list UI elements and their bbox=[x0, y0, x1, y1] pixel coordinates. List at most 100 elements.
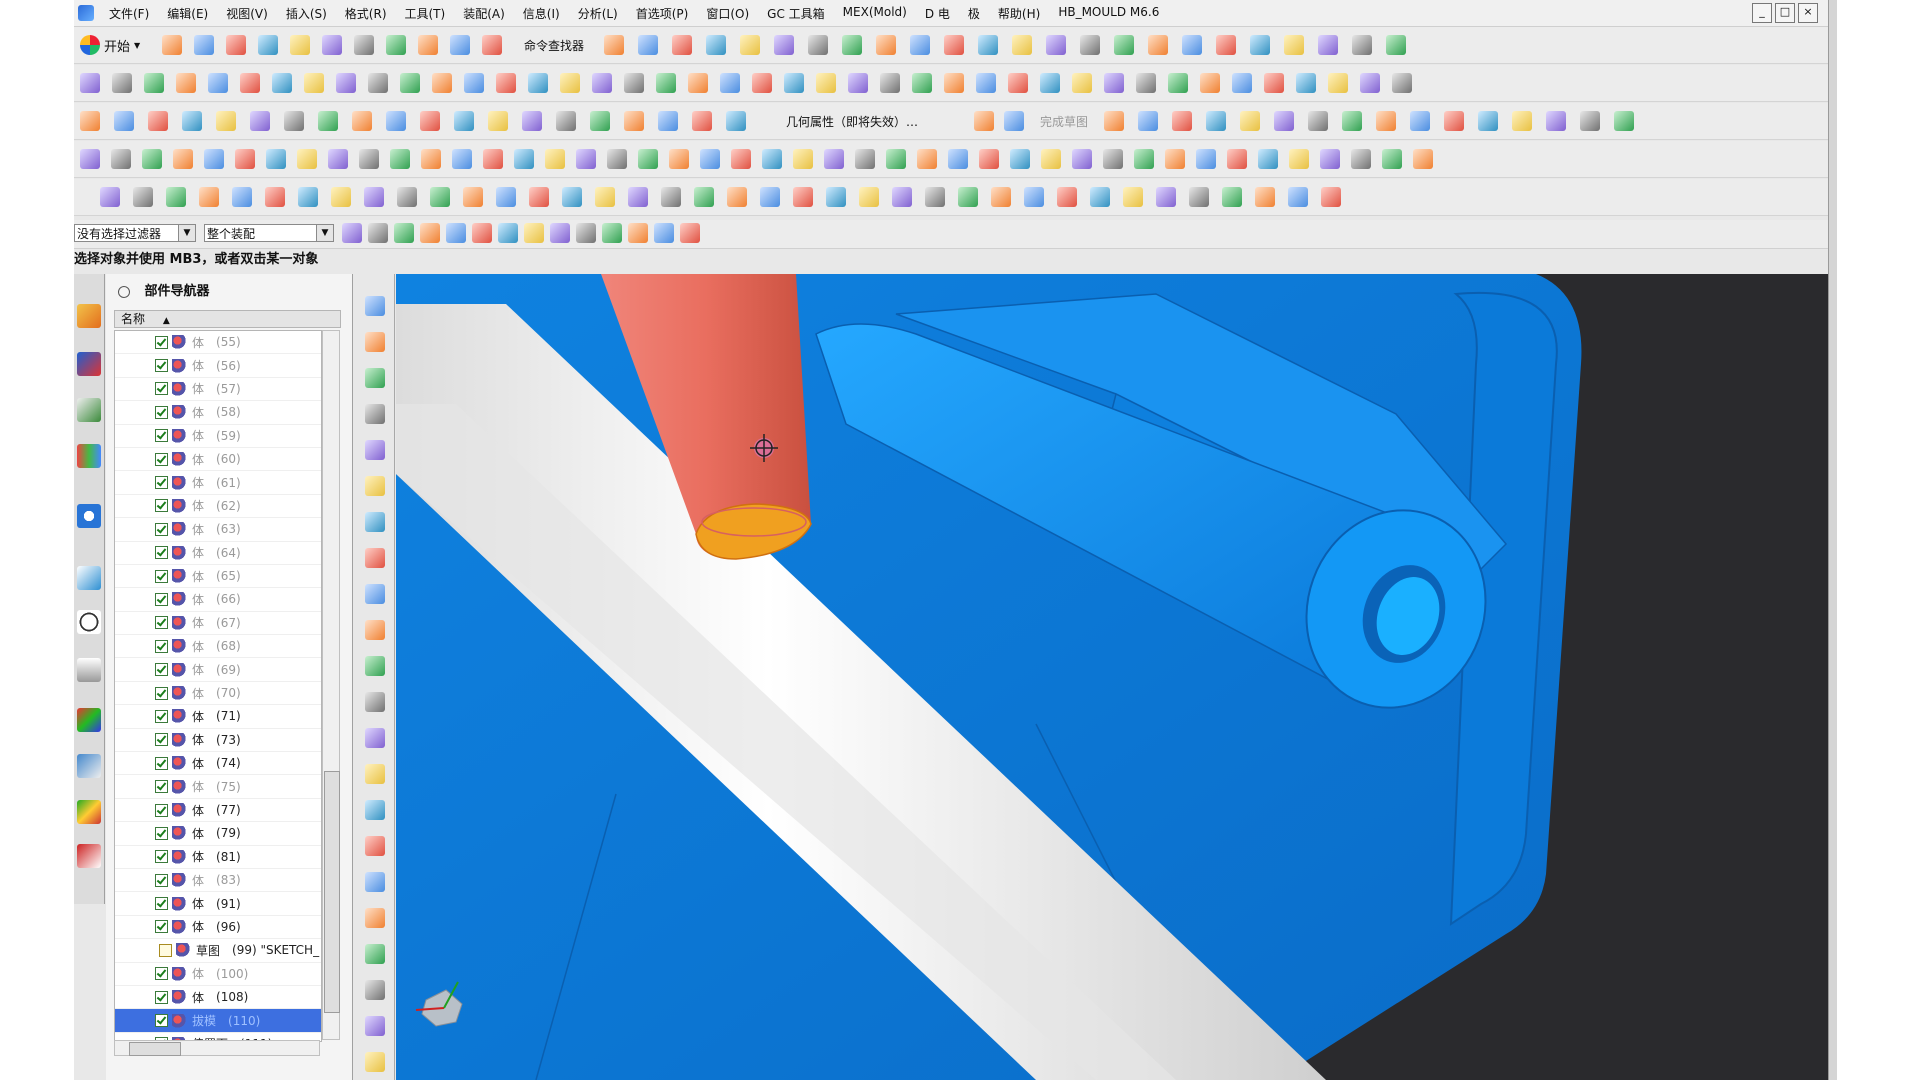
surface-tool-icon[interactable] bbox=[912, 73, 932, 93]
view-tool-icon[interactable] bbox=[774, 35, 794, 55]
visibility-checkbox[interactable] bbox=[155, 756, 168, 770]
view-tool-icon[interactable] bbox=[876, 35, 896, 55]
curve-tool-icon[interactable] bbox=[1413, 149, 1433, 169]
mold-tool-icon[interactable] bbox=[365, 692, 385, 712]
tree-row[interactable]: 体 (58) bbox=[115, 401, 321, 425]
visibility-checkbox[interactable] bbox=[155, 663, 168, 677]
feature-tool-icon[interactable] bbox=[166, 187, 186, 207]
constraint-tool-icon[interactable] bbox=[1206, 111, 1226, 131]
curve-tool-icon[interactable] bbox=[638, 149, 658, 169]
constraint-tool-icon[interactable] bbox=[1580, 111, 1600, 131]
sketch-tool-icon[interactable] bbox=[974, 111, 994, 131]
menu-item[interactable]: D 电 bbox=[916, 5, 959, 22]
feature-tool-icon[interactable] bbox=[1189, 187, 1209, 207]
menu-item[interactable]: 窗口(O) bbox=[697, 5, 758, 22]
curve-tool-icon[interactable] bbox=[576, 149, 596, 169]
feature-tool-icon[interactable] bbox=[595, 187, 615, 207]
surface-tool-icon[interactable] bbox=[1136, 73, 1156, 93]
curve-tool-icon[interactable] bbox=[917, 149, 937, 169]
surface-tool-icon[interactable] bbox=[1296, 73, 1316, 93]
surface-tool-icon[interactable] bbox=[272, 73, 292, 93]
surface-tool-icon[interactable] bbox=[880, 73, 900, 93]
visibility-checkbox[interactable] bbox=[155, 522, 168, 536]
visibility-checkbox[interactable] bbox=[155, 546, 168, 560]
curve-tool-icon[interactable] bbox=[886, 149, 906, 169]
visibility-checkbox[interactable] bbox=[155, 569, 168, 583]
visibility-checkbox[interactable] bbox=[155, 803, 168, 817]
mold-tool-icon[interactable] bbox=[365, 332, 385, 352]
feature-tool-icon[interactable] bbox=[793, 187, 813, 207]
feature-tool-icon[interactable] bbox=[958, 187, 978, 207]
constraint-tool-icon[interactable] bbox=[1240, 111, 1260, 131]
tree-row[interactable]: 体 (75) bbox=[115, 775, 321, 799]
surface-tool-icon[interactable] bbox=[112, 73, 132, 93]
mold-tool-icon[interactable] bbox=[365, 764, 385, 784]
mold-tool-icon[interactable] bbox=[365, 1016, 385, 1036]
tree-row[interactable]: 体 (62) bbox=[115, 495, 321, 519]
tree-row[interactable]: 体 (100) bbox=[115, 963, 321, 986]
view-tool-icon[interactable] bbox=[1318, 35, 1338, 55]
mold-tool-icon[interactable] bbox=[365, 872, 385, 892]
mold-tool-icon[interactable] bbox=[365, 656, 385, 676]
column-header-name[interactable]: 名称 ▲ bbox=[114, 310, 341, 328]
view-tool-icon[interactable] bbox=[1386, 35, 1406, 55]
curve-tool-icon[interactable] bbox=[452, 149, 472, 169]
surface-tool-icon[interactable] bbox=[464, 73, 484, 93]
curve-tool-icon[interactable] bbox=[658, 111, 678, 131]
curve-tool-icon[interactable] bbox=[1258, 149, 1278, 169]
tree-row[interactable]: 体 (66) bbox=[115, 588, 321, 612]
surface-tool-icon[interactable] bbox=[80, 73, 100, 93]
mold-tool-icon[interactable] bbox=[365, 980, 385, 1000]
feature-tool-icon[interactable] bbox=[232, 187, 252, 207]
feature-tool-icon[interactable] bbox=[1024, 187, 1044, 207]
snap-tool-icon[interactable] bbox=[498, 223, 518, 243]
menu-item[interactable]: HB_MOULD M6.6 bbox=[1049, 5, 1168, 22]
curve-tool-icon[interactable] bbox=[148, 111, 168, 131]
curve-tool-icon[interactable] bbox=[250, 111, 270, 131]
curve-tool-icon[interactable] bbox=[80, 149, 100, 169]
surface-tool-icon[interactable] bbox=[1008, 73, 1028, 93]
snap-tool-icon[interactable] bbox=[576, 223, 596, 243]
curve-tool-icon[interactable] bbox=[731, 149, 751, 169]
visibility-checkbox[interactable] bbox=[155, 897, 168, 911]
tree-row[interactable]: 体 (56) bbox=[115, 354, 321, 378]
feature-tool-icon[interactable] bbox=[1057, 187, 1077, 207]
history-icon[interactable] bbox=[77, 566, 101, 590]
snap-tool-icon[interactable] bbox=[446, 223, 466, 243]
curve-tool-icon[interactable] bbox=[1010, 149, 1030, 169]
curve-tool-icon[interactable] bbox=[590, 111, 610, 131]
assembly-navigator-icon[interactable] bbox=[77, 304, 101, 328]
mold-tool-icon[interactable] bbox=[365, 548, 385, 568]
view-tool-icon[interactable] bbox=[706, 35, 726, 55]
palette-icon[interactable] bbox=[77, 844, 101, 868]
feature-tool-icon[interactable] bbox=[1222, 187, 1242, 207]
curve-tool-icon[interactable] bbox=[1382, 149, 1402, 169]
tree-row[interactable]: 体 (96) bbox=[115, 916, 321, 940]
curve-tool-icon[interactable] bbox=[700, 149, 720, 169]
mold-tool-icon[interactable] bbox=[365, 296, 385, 316]
surface-tool-icon[interactable] bbox=[400, 73, 420, 93]
geometry-properties-button[interactable]: 几何属性（即将失效）… bbox=[786, 113, 918, 130]
file-tool-icon[interactable] bbox=[418, 35, 438, 55]
menu-item[interactable]: 文件(F) bbox=[100, 5, 158, 22]
tree-row[interactable]: 体 (69) bbox=[115, 658, 321, 682]
visibility-checkbox[interactable] bbox=[155, 335, 168, 349]
surface-tool-icon[interactable] bbox=[240, 73, 260, 93]
tree-row[interactable]: 体 (77) bbox=[115, 799, 321, 823]
curve-tool-icon[interactable] bbox=[266, 149, 286, 169]
curve-tool-icon[interactable] bbox=[235, 149, 255, 169]
part-navigator-icon[interactable] bbox=[77, 398, 101, 422]
surface-tool-icon[interactable] bbox=[1264, 73, 1284, 93]
mold-tool-icon[interactable] bbox=[365, 944, 385, 964]
curve-tool-icon[interactable] bbox=[216, 111, 236, 131]
constraint-tool-icon[interactable] bbox=[1444, 111, 1464, 131]
tree-row[interactable]: 体 (55) bbox=[115, 331, 321, 355]
restore-button[interactable]: □ bbox=[1775, 3, 1795, 23]
curve-tool-icon[interactable] bbox=[488, 111, 508, 131]
feature-tool-icon[interactable] bbox=[925, 187, 945, 207]
visibility-checkbox[interactable] bbox=[155, 920, 168, 934]
constraint-tool-icon[interactable] bbox=[1614, 111, 1634, 131]
surface-tool-icon[interactable] bbox=[752, 73, 772, 93]
tree-row[interactable]: 体 (108) bbox=[115, 986, 321, 1010]
tree-row[interactable]: 草图 (99) "SKETCH_ bbox=[115, 939, 321, 963]
